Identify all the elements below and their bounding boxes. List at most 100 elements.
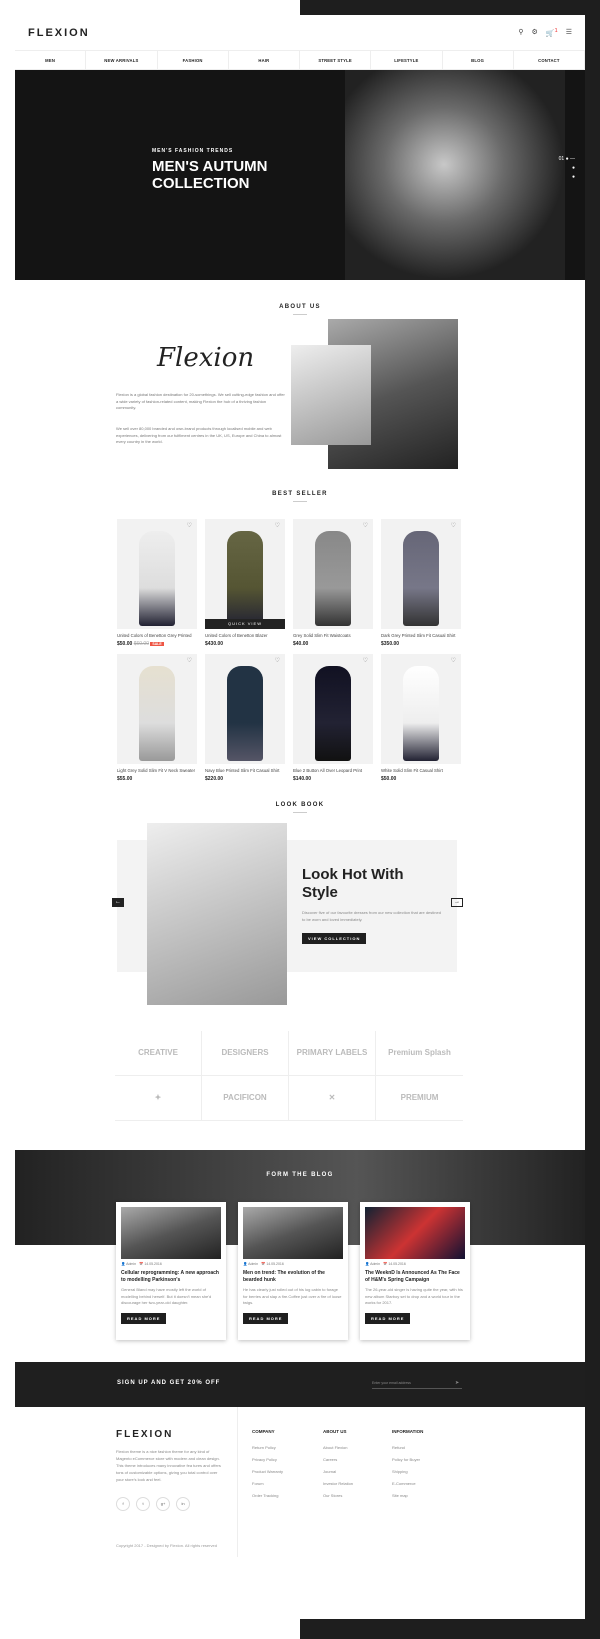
search-icon[interactable]: ⚲: [518, 28, 523, 37]
footer-link[interactable]: Forum: [252, 1478, 283, 1490]
blog-card[interactable]: 👤 Admin 📅 14.05.2016 Men on trend: The e…: [238, 1202, 348, 1340]
product-name[interactable]: White Solid Slim Fit Casual Shirt: [381, 768, 461, 773]
read-more-button[interactable]: READ MORE: [121, 1312, 167, 1324]
footer-link[interactable]: Refund: [392, 1442, 423, 1454]
settings-icon[interactable]: ⚙: [531, 28, 537, 37]
footer-link[interactable]: About Flexion: [323, 1442, 353, 1454]
product-name[interactable]: United Colors of Benetton Blazer: [205, 633, 285, 638]
product-card[interactable]: ♡ QUICK VIEW United Colors of Benetton Bla…: [205, 519, 285, 647]
heart-icon[interactable]: ♡: [363, 522, 368, 529]
footer-link[interactable]: Order Tracking: [252, 1490, 283, 1502]
footer-link[interactable]: E-Commerce: [392, 1478, 423, 1490]
product-name[interactable]: United Colors of Benetton Grey Printed: [117, 633, 197, 638]
google-plus-icon[interactable]: g+: [156, 1497, 170, 1511]
blog-excerpt: The 26-year-old singer is having quite t…: [365, 1287, 463, 1305]
footer-link[interactable]: Journal: [323, 1466, 353, 1478]
product-card[interactable]: ♡ Grey Solid Slim Fit Waistcoats $40.00: [293, 519, 373, 647]
nav-item-street-style[interactable]: Street Style: [300, 51, 372, 69]
nav-item-contact[interactable]: Contact: [514, 51, 585, 69]
slider-dots[interactable]: 01 ● — ● ●: [559, 155, 575, 182]
product-card[interactable]: ♡ United Colors of Benetton Grey Printed $…: [117, 519, 197, 647]
brand-logo-premium[interactable]: PREMIUM: [376, 1076, 463, 1121]
header: FLEXION ⚲ ⚙ 🛒1 ☰: [15, 15, 585, 50]
read-more-button[interactable]: READ MORE: [243, 1312, 289, 1324]
blog-card[interactable]: 👤 Admin 📅 14.05.2016 Cellular reprogramm…: [116, 1202, 226, 1340]
product-card[interactable]: ♡ Dark Grey Printed Slim Fit Casual Shirt…: [381, 519, 461, 647]
footer-link[interactable]: Shipping: [392, 1466, 423, 1478]
quick-view-button[interactable]: QUICK VIEW: [205, 619, 285, 629]
brand-logo-primary-labels[interactable]: PRIMARY LABELS: [289, 1031, 376, 1076]
footer-link[interactable]: Return Policy: [252, 1442, 283, 1454]
product-price: $220.00: [205, 776, 224, 782]
nav-item-men[interactable]: Men: [15, 51, 87, 69]
hero-banner: MEN'S FASHION TRENDS MEN'S AUTUMN COLLEC…: [15, 70, 585, 280]
next-arrow-icon[interactable]: →: [451, 898, 463, 907]
product-card[interactable]: ♡ Light Grey Solid Slim Fit V Neck Sweate…: [117, 654, 197, 782]
header-icons: ⚲ ⚙ 🛒1 ☰: [518, 28, 572, 37]
footer-logo[interactable]: FLEXION: [116, 1429, 173, 1440]
instagram-icon[interactable]: in: [176, 1497, 190, 1511]
brand-logo-creative[interactable]: CREATIVE: [115, 1031, 202, 1076]
product-name[interactable]: Navy Blue Printed Slim Fit Casual Shirt: [205, 768, 285, 773]
menu-icon[interactable]: ☰: [566, 28, 572, 37]
blog-title: FORM THE BLOG: [266, 1172, 334, 1178]
blog-post-title[interactable]: Cellular reprogramming: A new approach t…: [121, 1270, 221, 1284]
blog-post-title[interactable]: The WeeknD Is Announced As The Face of H…: [365, 1270, 465, 1284]
footer-link[interactable]: Policy for Buyer: [392, 1454, 423, 1466]
heart-icon[interactable]: ♡: [187, 657, 192, 664]
cart-icon[interactable]: 🛒1: [546, 28, 558, 37]
social-links: f t g+ in: [116, 1497, 190, 1511]
heart-icon[interactable]: ♡: [275, 657, 280, 664]
brand-logo-pacificon[interactable]: PACIFICON: [202, 1076, 289, 1121]
nav-item-hair[interactable]: Hair: [229, 51, 300, 69]
best-seller-title: BEST SELLER: [15, 491, 585, 502]
nav-item-lifestyle[interactable]: Lifestyle: [371, 51, 443, 69]
brand-logo-cross[interactable]: ✕: [289, 1076, 376, 1121]
email-field[interactable]: Enter your email address: [372, 1377, 462, 1389]
product-name[interactable]: Light Grey Solid Slim Fit V Neck Sweater: [117, 768, 197, 773]
site-logo[interactable]: FLEXION: [28, 27, 90, 39]
old-price: $60.00: [133, 641, 149, 647]
heart-icon[interactable]: ♡: [187, 522, 192, 529]
product-card[interactable]: ♡ White Solid Slim Fit Casual Shirt $50.00: [381, 654, 461, 782]
blog-image: [243, 1207, 343, 1259]
facebook-icon[interactable]: f: [116, 1497, 130, 1511]
brand-logo-arrows[interactable]: ✦: [115, 1076, 202, 1121]
brand-logo-premium-splash[interactable]: Premium Splash: [376, 1031, 463, 1076]
product-name[interactable]: Grey Solid Slim Fit Waistcoats: [293, 633, 373, 638]
hero-image: [345, 70, 565, 280]
footer-link[interactable]: Privacy Policy: [252, 1454, 283, 1466]
nav-item-blog[interactable]: Blog: [443, 51, 514, 69]
footer-link[interactable]: Careers: [323, 1454, 353, 1466]
product-price: $55.00: [117, 776, 133, 782]
product-card[interactable]: ♡ Blue 2 Button All Over Leopard Print $14…: [293, 654, 373, 782]
product-card[interactable]: ♡ Navy Blue Printed Slim Fit Casual Shirt…: [205, 654, 285, 782]
blog-card[interactable]: 👤 Admin 📅 14.05.2016 The WeeknD Is Annou…: [360, 1202, 470, 1340]
nav-item-fashion[interactable]: Fashion: [158, 51, 229, 69]
blog-excerpt: General Bland may have mostly left the w…: [121, 1287, 212, 1305]
prev-arrow-icon[interactable]: ←: [112, 898, 124, 907]
brand-logo-designers[interactable]: DESIGNERS: [202, 1031, 289, 1076]
heart-icon[interactable]: ♡: [275, 522, 280, 529]
twitter-icon[interactable]: t: [136, 1497, 150, 1511]
footer-link[interactable]: Site map: [392, 1490, 423, 1502]
heart-icon[interactable]: ♡: [451, 657, 456, 664]
read-more-button[interactable]: READ MORE: [365, 1312, 411, 1324]
heart-icon[interactable]: ♡: [363, 657, 368, 664]
nav-item-new-arrivals[interactable]: New Arrivals: [86, 51, 158, 69]
view-collection-button[interactable]: VIEW COLLECTION: [302, 933, 367, 944]
product-name[interactable]: Blue 2 Button All Over Leopard Print: [293, 768, 373, 773]
signup-bar: SIGN UP AND GET 20% OFF Enter your email…: [15, 1362, 585, 1407]
hero-kicker: MEN'S FASHION TRENDS: [152, 148, 234, 154]
footer-link[interactable]: Our Stores: [323, 1490, 353, 1502]
blog-excerpt: He has clearly just rolled out of his lo…: [243, 1287, 342, 1305]
blog-post-title[interactable]: Men on trend: The evolution of the beard…: [243, 1270, 343, 1284]
about-section: Flexion Flexion is a global fashion dest…: [15, 315, 585, 485]
footer-link[interactable]: Investor Relation: [323, 1478, 353, 1490]
send-icon[interactable]: ➤: [455, 1380, 459, 1386]
footer-col-about: ABOUT US About Flexion Careers Journal I…: [323, 1429, 353, 1502]
footer-link[interactable]: Product Warranty: [252, 1466, 283, 1478]
footer-col-information: INFORMATION Refund Policy for Buyer Ship…: [392, 1429, 423, 1502]
heart-icon[interactable]: ♡: [451, 522, 456, 529]
product-name[interactable]: Dark Grey Printed Slim Fit Casual Shirt: [381, 633, 461, 638]
